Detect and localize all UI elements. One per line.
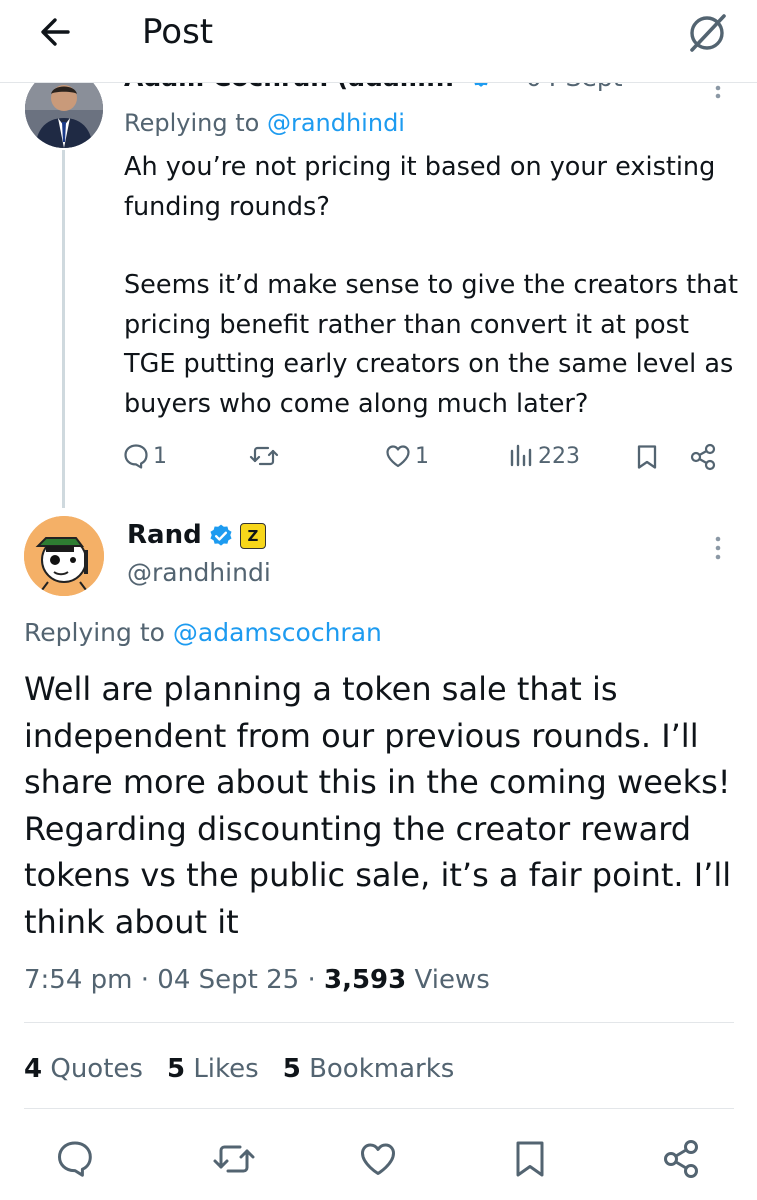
parent-paragraph: Seems it’d make sense to give the creato… [124, 270, 738, 419]
bookmark-icon[interactable] [510, 1138, 552, 1180]
parent-tweet-text: Ah you’re not pricing it based on your e… [124, 148, 744, 424]
share-icon[interactable] [688, 443, 718, 471]
repost-icon[interactable] [212, 1138, 255, 1180]
meta-separator: · [307, 965, 324, 995]
replying-to-label: Replying to [24, 618, 165, 647]
heart-icon [384, 442, 412, 470]
parent-paragraph: Ah you’re not pricing it based on your e… [124, 152, 716, 222]
reply-icon[interactable] [54, 1138, 96, 1180]
divider [24, 1022, 734, 1023]
views-count: 223 [538, 443, 580, 469]
heart-icon[interactable] [357, 1138, 399, 1180]
tweet-time[interactable]: 7:54 pm [24, 965, 132, 995]
replying-to-handle-link[interactable]: @randhindi [267, 109, 405, 137]
top-bar: Post [0, 0, 757, 82]
bookmarks-count: 5 [282, 1054, 301, 1084]
reply-action[interactable]: 1 [122, 442, 167, 470]
divider [24, 1108, 734, 1109]
meta-separator: · [140, 965, 158, 995]
like-count: 1 [415, 443, 429, 469]
repost-action[interactable] [249, 442, 279, 470]
views-label: Views [414, 965, 490, 995]
main-replying-to: Replying to @adamscochran [24, 615, 382, 651]
share-icon[interactable] [660, 1138, 702, 1180]
views-count: 3,593 [323, 965, 407, 995]
back-arrow-icon[interactable] [34, 10, 78, 54]
page-title: Post [142, 12, 214, 52]
affiliate-badge[interactable]: Z [240, 523, 266, 549]
more-options-icon[interactable] [712, 534, 724, 562]
tweet-metadata: 7:54 pm · 04 Sept 25 · 3,593 Views [24, 961, 490, 999]
like-action[interactable]: 1 [384, 442, 429, 470]
bookmarks-stat[interactable]: 5 Bookmarks [283, 1054, 455, 1084]
main-tweet-text: Well are planning a token sale that is i… [24, 670, 732, 941]
rand-handle[interactable]: @randhindi [127, 555, 271, 591]
reply-count: 1 [153, 443, 167, 469]
quotes-count: 4 [24, 1054, 43, 1084]
bookmark-icon[interactable] [634, 443, 660, 471]
quotes-stat[interactable]: 4 Quotes [24, 1054, 143, 1084]
rand-display-name[interactable]: Rand [127, 516, 202, 554]
likes-label: Likes [193, 1054, 259, 1084]
quotes-label: Quotes [50, 1054, 143, 1084]
replying-to-handle-link[interactable]: @adamscochran [173, 618, 382, 647]
rand-avatar[interactable] [24, 516, 104, 596]
bookmarks-label: Bookmarks [309, 1054, 455, 1084]
thread-connector-line [62, 150, 65, 508]
engagement-stats: 4 Quotes 5 Likes 5 Bookmarks [24, 1050, 454, 1088]
analytics-icon [507, 442, 535, 470]
repost-icon [249, 442, 279, 470]
likes-count: 5 [166, 1054, 186, 1084]
header-divider [0, 82, 757, 83]
views-action[interactable]: 223 [507, 442, 580, 470]
likes-stat[interactable]: 5 Likes [167, 1054, 259, 1084]
verified-badge-icon [208, 523, 234, 549]
parent-replying-to: Replying to @randhindi [124, 106, 405, 140]
reply-icon [122, 442, 150, 470]
grok-icon[interactable] [683, 8, 731, 56]
replying-to-label: Replying to [124, 109, 260, 137]
tweet-date[interactable]: 04 Sept 25 [157, 965, 299, 995]
